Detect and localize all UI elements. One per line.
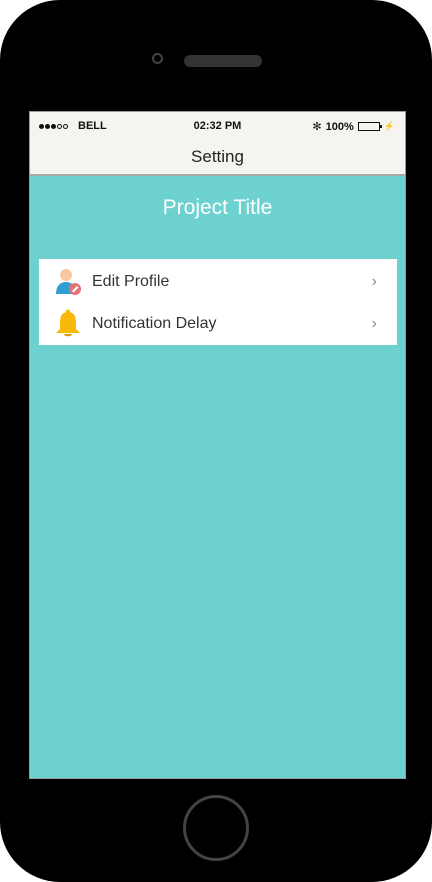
project-title: Project Title [162,196,273,219]
bluetooth-icon: ✻ [312,121,322,133]
menu-item-label: Notification Delay [92,315,217,332]
app-screen: BELL 02:32 PM ✻ 100% ⚡ Setting Project T… [29,111,406,779]
charging-icon: ⚡ [383,121,395,131]
edit-profile-icon [56,269,81,295]
status-right: ✻ 100% ⚡ [312,120,395,134]
menu-item-edit-profile[interactable]: Edit Profile › [39,260,397,302]
menu-item-notification-delay[interactable]: Notification Delay › [39,302,397,344]
settings-menu: Edit Profile › Notification Delay › [39,259,397,345]
speaker-grille [184,55,262,67]
nav-title: Setting [191,147,244,166]
home-button[interactable] [183,795,249,861]
battery-icon [357,122,382,131]
nav-bar: Setting [30,139,405,176]
menu-item-label: Edit Profile [92,273,170,290]
battery-percent: 100% [325,120,354,133]
status-bar: BELL 02:32 PM ✻ 100% ⚡ [30,112,405,139]
front-camera [152,53,163,64]
phone-frame: BELL 02:32 PM ✻ 100% ⚡ Setting Project T… [0,0,432,882]
chevron-right-icon: › [371,273,377,290]
chevron-right-icon: › [371,315,377,332]
bell-icon [56,309,80,337]
